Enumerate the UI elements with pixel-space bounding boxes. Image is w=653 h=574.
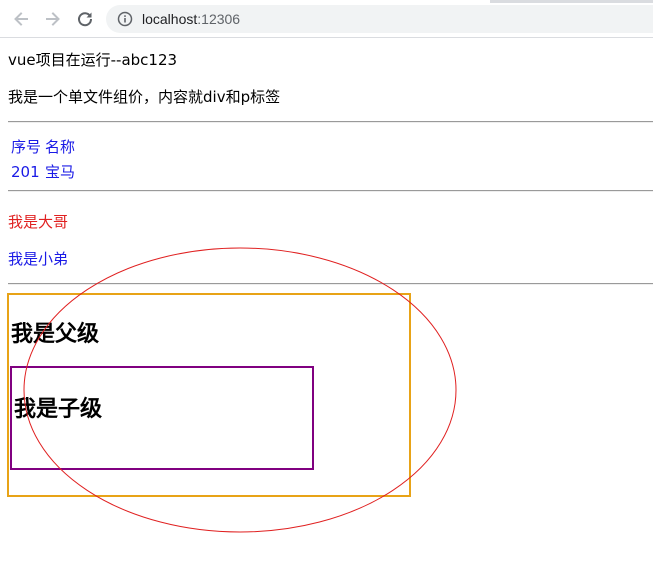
table-header-cell: 序号: [11, 138, 42, 156]
browser-toolbar: localhost:12306: [0, 0, 653, 38]
child-title: 我是子级: [14, 397, 103, 422]
table-header-cell: 名称: [45, 138, 76, 156]
url-host: localhost: [142, 11, 198, 27]
arrow-right-icon: [44, 10, 62, 28]
page-content: vue项目在运行--abc123 我是一个单文件组价，内容就div和p标签 序号…: [0, 38, 653, 574]
divider: [8, 190, 653, 192]
arrow-left-icon: [12, 10, 30, 28]
forward-button[interactable]: [41, 7, 65, 31]
table-row: 201 宝马: [10, 160, 76, 183]
table-header-row: 序号 名称: [10, 135, 76, 158]
tab-strip-edge: [490, 0, 653, 3]
back-button[interactable]: [9, 7, 33, 31]
reload-icon: [76, 10, 94, 28]
table-cell: 201: [11, 162, 40, 181]
divider: [8, 283, 653, 285]
parent-box: 我是父级 我是子级: [7, 293, 411, 497]
info-icon[interactable]: [117, 11, 133, 27]
table-cell: 宝马: [45, 163, 76, 181]
child-box: 我是子级: [10, 366, 314, 470]
reload-button[interactable]: [73, 7, 97, 31]
status-line: vue项目在运行--abc123: [8, 51, 178, 69]
younger-text: 我是小弟: [8, 250, 69, 268]
url-text: localhost:12306: [142, 11, 240, 27]
divider: [8, 121, 653, 123]
car-table: 序号 名称 201 宝马: [8, 133, 78, 185]
parent-title: 我是父级: [11, 322, 100, 347]
url-port: :12306: [197, 11, 241, 27]
elder-text: 我是大哥: [8, 213, 69, 231]
address-bar[interactable]: localhost:12306: [106, 5, 653, 33]
description-line: 我是一个单文件组价，内容就div和p标签: [8, 88, 281, 106]
